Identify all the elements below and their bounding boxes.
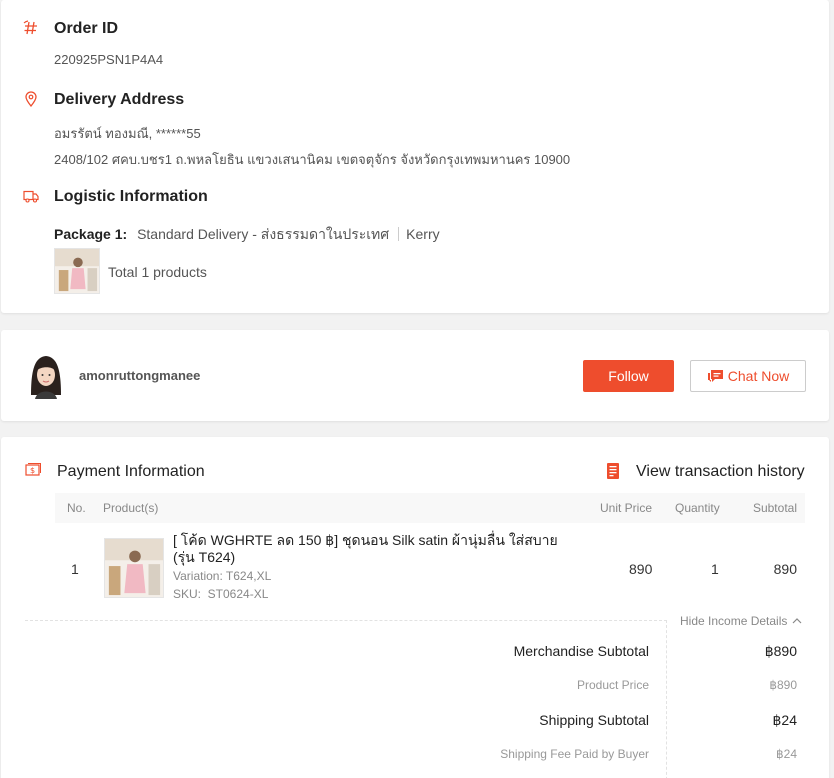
merchandise-subtotal-value: ฿890	[764, 643, 797, 659]
col-products: Product(s)	[103, 501, 159, 515]
follow-button[interactable]: Follow	[583, 360, 674, 392]
logistic-info-title: Logistic Information	[54, 188, 208, 205]
order-id-title: Order ID	[54, 20, 119, 37]
row-number: 1	[71, 561, 79, 577]
recipient-address: 2408/102 ศคบ.บชร1 ถ.พหลโยธิน แขวงเสนานิค…	[54, 152, 571, 167]
chevron-up-icon	[792, 617, 802, 624]
shipping-fee-paid-by-buyer-label: Shipping Fee Paid by Buyer	[500, 747, 649, 761]
product-thumbnail[interactable]	[104, 538, 164, 598]
location-pin-icon	[23, 91, 39, 107]
avatar[interactable]	[25, 351, 67, 399]
quantity-value: 1	[711, 561, 719, 577]
subtotal-value: 890	[773, 561, 797, 577]
delivery-service: Standard Delivery - ส่งธรรมดาในประเทศ	[137, 226, 390, 242]
col-no: No.	[67, 501, 86, 515]
order-details-card: Order ID 220925PSN1P4A4 Delivery Address…	[1, 0, 829, 313]
carrier-name: Kerry	[406, 226, 440, 242]
shop-name[interactable]: amonruttongmanee	[79, 368, 200, 383]
product-variation: Variation: T624,XL	[173, 569, 272, 583]
chat-icon	[707, 369, 724, 384]
shop-card: amonruttongmanee Follow Chat Now	[1, 330, 829, 421]
col-unit-price: Unit Price	[600, 501, 653, 515]
payment-info-title: Payment Information	[57, 463, 205, 480]
unit-price-value: 890	[629, 561, 653, 577]
payment-card: $ Payment Information View transaction h…	[1, 437, 829, 778]
product-sku: SKU: ST0624-XL	[173, 587, 269, 601]
product-price-label: Product Price	[576, 678, 649, 692]
shipping-fee-paid-by-buyer-value: ฿24	[776, 747, 797, 761]
recipient-name-phone: อมรรัตน์ ทองมณี, ******55	[54, 126, 201, 141]
product-name[interactable]: [ โค้ด WGHRTE ลด 150 ฿] ชุดนอน Silk sati…	[173, 532, 573, 566]
package-product-thumbnail[interactable]	[54, 248, 100, 294]
product-table-header: No. Product(s) Unit Price Quantity Subto…	[55, 493, 805, 523]
package-line: Package 1: Standard Delivery - ส่งธรรมดา…	[54, 224, 440, 246]
col-subtotal: Subtotal	[752, 501, 797, 515]
total-products: Total 1 products	[108, 264, 207, 280]
package-label: Package 1:	[54, 226, 128, 242]
merchandise-subtotal-label: Merchandise Subtotal	[513, 643, 649, 659]
truck-icon	[23, 188, 39, 204]
hide-income-details-toggle[interactable]: Hide Income Details	[680, 614, 802, 628]
svg-text:$: $	[30, 466, 35, 475]
money-icon: $	[25, 462, 41, 478]
product-price-value: ฿890	[769, 678, 797, 692]
shipping-subtotal-value: ฿24	[772, 712, 797, 728]
document-icon[interactable]	[605, 462, 621, 480]
separator	[398, 227, 400, 241]
divider	[666, 620, 667, 778]
order-id-value: 220925PSN1P4A4	[54, 52, 164, 67]
chat-now-label: Chat Now	[727, 368, 790, 384]
chat-now-button[interactable]: Chat Now	[690, 360, 806, 392]
hide-income-details-label: Hide Income Details	[680, 614, 788, 628]
hash-icon	[23, 20, 39, 36]
shipping-subtotal-label: Shipping Subtotal	[539, 712, 649, 728]
col-quantity: Quantity	[675, 501, 720, 515]
view-transaction-history-link[interactable]: View transaction history	[636, 463, 805, 481]
divider	[25, 620, 667, 621]
delivery-address-title: Delivery Address	[54, 91, 185, 108]
